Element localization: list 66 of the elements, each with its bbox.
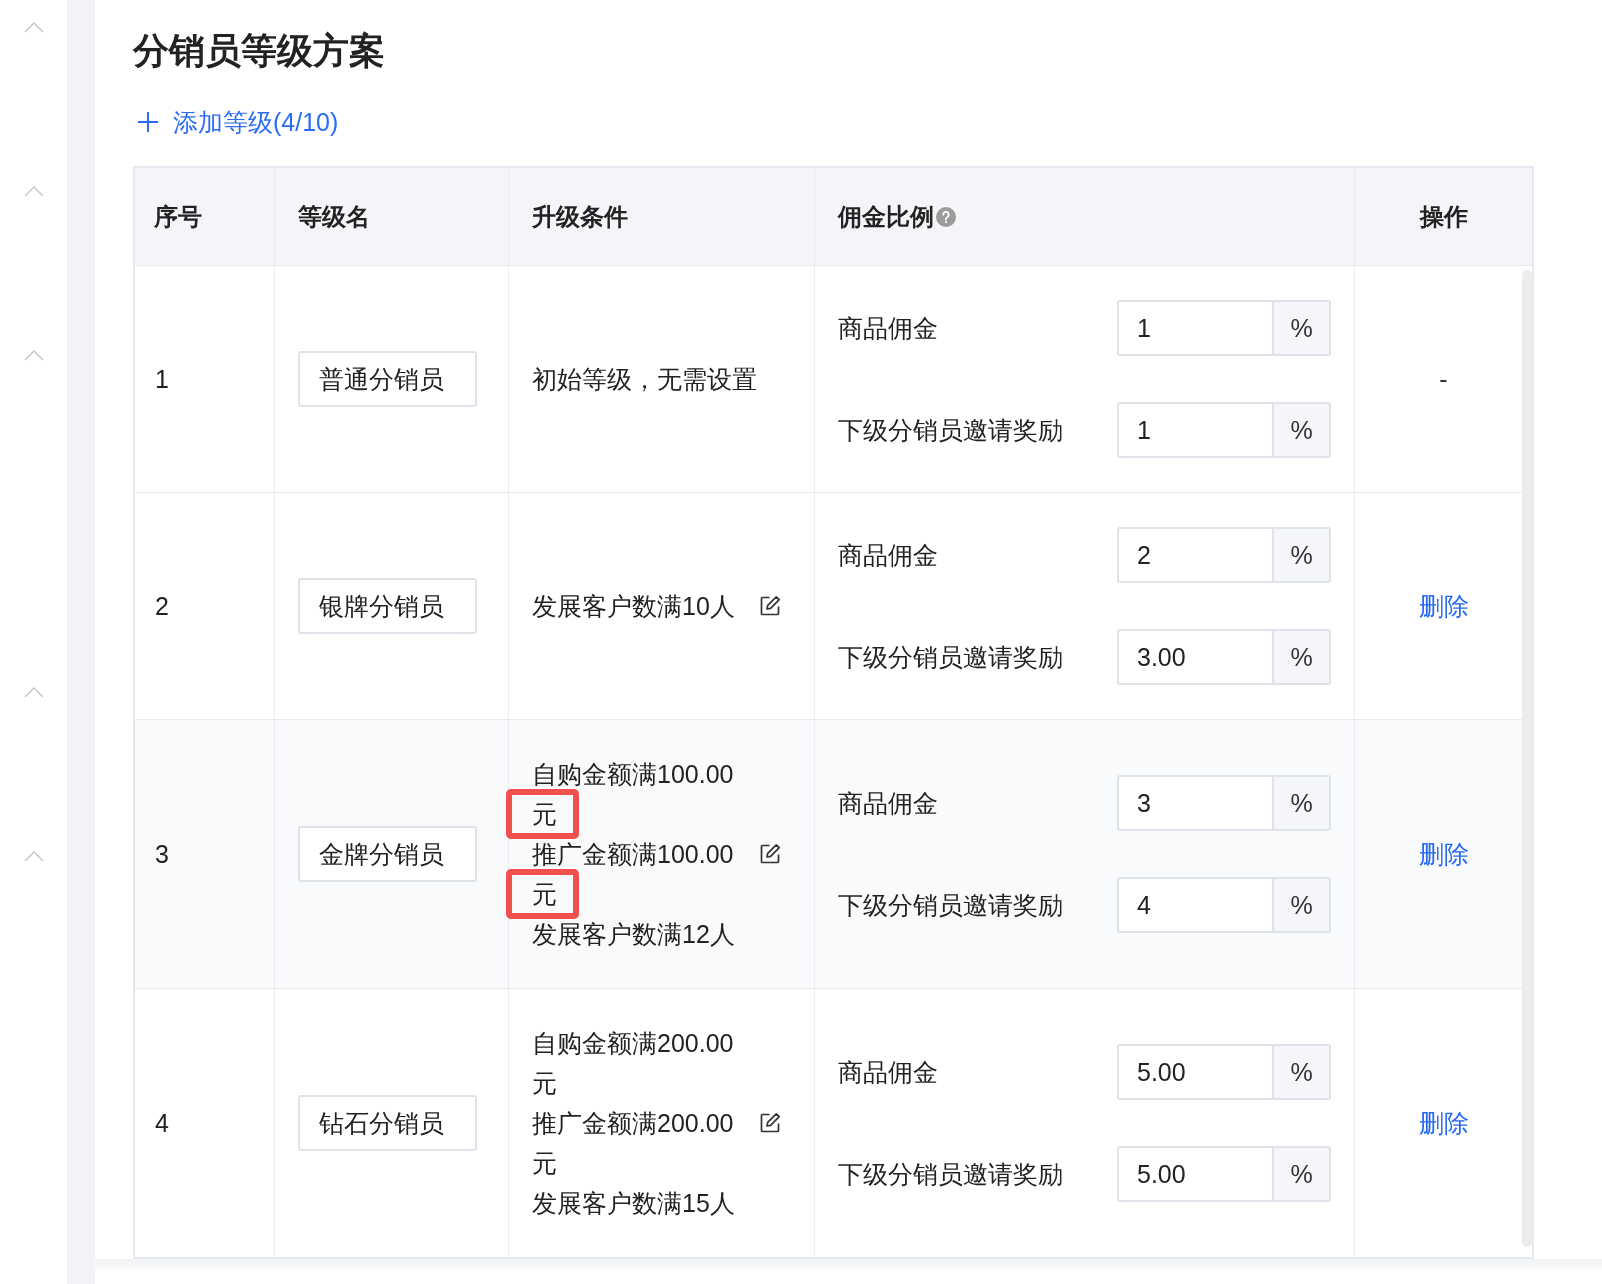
condition-text: 发展客户数满15人 [532,1188,735,1219]
commission-label: 下级分销员邀请奖励 [838,414,1063,446]
commission-label: 商品佣金 [838,1056,938,1088]
level-name-input[interactable]: 金牌分销员 [298,826,477,882]
condition-text: 推广金额满100.00 [532,839,735,870]
chevron-up-icon[interactable] [23,851,44,862]
help-icon[interactable] [936,206,956,227]
add-level-button[interactable]: 添加等级(4/10) [133,102,339,142]
condition-text: 发展客户数满10人 [532,591,735,622]
condition-text: 发展客户数满12人 [532,919,735,950]
commission-label: 下级分销员邀请奖励 [838,1158,1063,1190]
chevron-up-icon[interactable] [23,186,44,197]
row-number: 3 [155,839,169,869]
delete-link[interactable]: 删除 [1418,589,1469,623]
percent-addon: % [1272,1044,1331,1100]
column-header: 操作 [1419,201,1468,232]
row-number: 2 [155,591,169,621]
rate-input[interactable]: 1 [1117,300,1272,356]
rate-input[interactable]: 1 [1117,402,1272,458]
column-header: 升级条件 [532,201,628,232]
condition-text: 推广金额满200.00 [532,1108,735,1139]
delete-link[interactable]: 删除 [1418,1106,1469,1140]
percent-addon: % [1272,402,1331,458]
percent-addon: % [1272,775,1331,831]
level-name-input[interactable]: 钻石分销员 [298,1095,477,1151]
chevron-up-icon[interactable] [23,687,44,698]
page-title: 分销员等级方案 [133,29,385,73]
rate-input[interactable]: 3.00 [1117,629,1272,685]
row-number: 4 [155,1108,169,1138]
rate-input[interactable]: 3 [1117,775,1272,831]
chevron-up-icon[interactable] [23,22,44,33]
commission-label: 下级分销员邀请奖励 [838,889,1063,921]
column-header: 序号 [154,201,202,232]
commission-label: 商品佣金 [838,539,938,571]
percent-addon: % [1272,527,1331,583]
scrollbar[interactable] [1522,270,1532,1247]
commission-label: 商品佣金 [838,787,938,819]
commission-label: 下级分销员邀请奖励 [838,641,1063,673]
column-header: 佣金比例 [838,201,934,232]
edit-icon[interactable] [758,843,781,865]
condition-text: 自购金额满100.00 [532,759,735,790]
delete-link[interactable]: 删除 [1418,837,1469,871]
currency-unit: 元 [532,1148,557,1179]
commission-label: 商品佣金 [838,312,938,344]
percent-addon: % [1272,877,1331,933]
row-number: 1 [155,364,169,394]
plus-icon [137,111,159,133]
rate-input[interactable]: 5.00 [1117,1146,1272,1202]
percent-addon: % [1272,1146,1331,1202]
level-name-input[interactable]: 银牌分销员 [298,578,477,634]
rate-input[interactable]: 2 [1117,527,1272,583]
percent-addon: % [1272,300,1331,356]
condition-text: 初始等级，无需设置 [532,364,757,395]
rate-input[interactable]: 4 [1117,877,1272,933]
level-name-input[interactable]: 普通分销员 [298,351,477,407]
condition-text: 自购金额满200.00 [532,1028,735,1059]
no-action-text: - [1439,364,1448,394]
edit-icon[interactable] [758,1112,781,1134]
currency-unit: 元 [532,1068,557,1099]
chevron-up-icon[interactable] [23,350,44,361]
rate-input[interactable]: 5.00 [1117,1044,1272,1100]
edit-icon[interactable] [758,595,781,617]
column-header: 等级名 [298,201,370,232]
percent-addon: % [1272,629,1331,685]
currency-unit: 元 [532,799,557,830]
currency-unit: 元 [532,879,557,910]
